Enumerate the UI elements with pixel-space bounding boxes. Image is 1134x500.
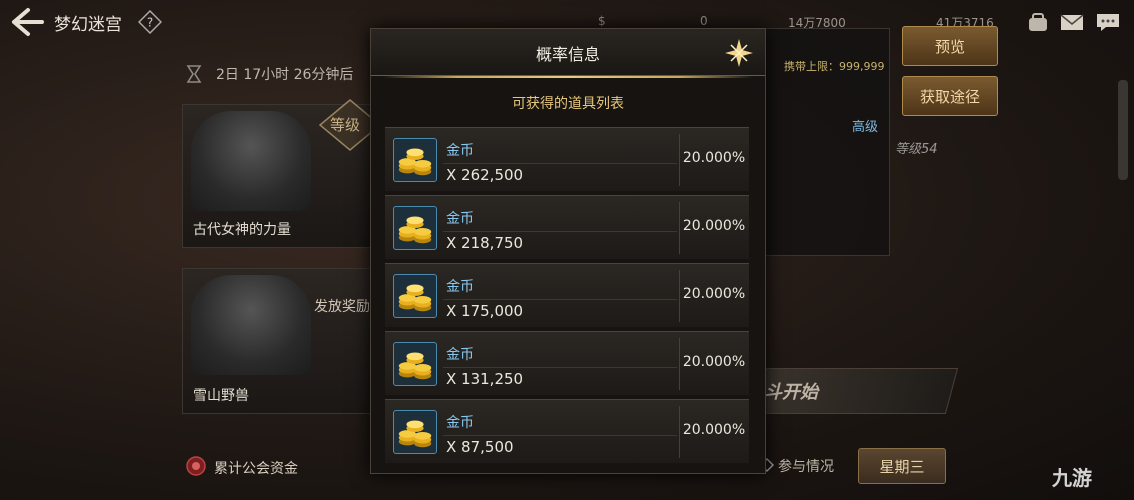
boss-portrait [191,111,311,211]
level-text: 等级54 [895,142,938,157]
close-icon[interactable] [723,37,755,69]
modal-header: 概率信息 [371,29,765,76]
boss-card-snow-beast[interactable]: 雪山野兽 [182,268,374,414]
page-title: 梦幻迷宫 [54,15,122,35]
guild-fund-label: 累计公会资金 [214,461,298,477]
guild-icon [186,456,206,476]
list-item: 金币 X 131,250 20.000% [385,331,749,395]
gold-coin-icon[interactable] [393,138,437,182]
item-list-subtitle: 可获得的道具列表 [512,96,624,112]
card-label: 雪山野兽 [193,388,249,404]
preview-button[interactable]: 预览 [902,26,998,66]
participation-link[interactable]: 参与情况 [778,456,834,476]
item-list[interactable]: 金币 X 262,500 20.000% 金币 X 218,750 20.000… [385,127,751,467]
acquire-route-button[interactable]: 获取途径 [902,76,998,116]
gold-currency-value: 0 [700,14,708,28]
modal-title: 概率信息 [535,45,600,64]
item-name: 金币 [446,347,474,363]
carry-limit-text: 携带上限：999,999 [784,60,885,73]
scroll-handle[interactable] [1118,80,1128,180]
item-rate: 20.000% [682,422,746,438]
item-quantity: X 218,750 [446,234,524,252]
item-quantity: X 131,250 [446,370,524,388]
watermark: 九游 [1052,466,1092,490]
item-name: 金币 [446,143,474,159]
fight-start-label: 斗开始 [764,382,818,403]
probability-modal: 概率信息 可获得的道具列表 金币 X 262,500 20.000% 金币 X … [370,28,766,474]
help-icon[interactable]: ? [137,9,163,35]
reward-label: 发放奖励 [314,299,370,315]
bag-icon[interactable] [1024,10,1052,34]
back-arrow-icon[interactable] [6,6,46,38]
item-divider [443,299,677,300]
item-quantity: X 262,500 [446,166,524,184]
item-rate: 20.000% [682,286,746,302]
boss-portrait [191,275,311,375]
item-rate: 20.000% [682,354,746,370]
item-rate: 20.000% [682,150,746,166]
header-divider [383,76,753,78]
item-divider [443,231,677,232]
gold-coin-icon[interactable] [393,206,437,250]
list-item: 金币 X 218,750 20.000% [385,195,749,259]
card-label: 古代女神的力量 [193,222,291,238]
list-item: 金币 X 175,000 20.000% [385,263,749,327]
gold-coin-icon[interactable] [393,410,437,454]
item-name: 金币 [446,211,474,227]
item-rate: 20.000% [682,218,746,234]
item-divider [443,367,677,368]
list-item: 金币 X 262,500 20.000% [385,127,749,191]
item-divider [443,435,677,436]
item-quantity: X 87,500 [446,438,514,456]
gold-coin-icon[interactable] [393,342,437,386]
list-item: 金币 X 87,500 20.000% [385,399,749,463]
svg-text:?: ? [147,16,153,30]
countdown-timer: 2日 17小时 26分钟后 [216,67,354,83]
gold-coin-icon[interactable] [393,274,437,318]
weekday-button[interactable]: 星期三 [858,448,946,484]
gold-currency-icon: $ [598,14,606,28]
mail-icon[interactable] [1058,10,1086,34]
item-quantity: X 175,000 [446,302,524,320]
chat-icon[interactable] [1094,10,1122,34]
item-name: 金币 [446,415,474,431]
item-name: 金币 [446,279,474,295]
item-divider [443,163,677,164]
difficulty-label: 高级 [852,120,879,135]
timer-icon [184,64,204,84]
